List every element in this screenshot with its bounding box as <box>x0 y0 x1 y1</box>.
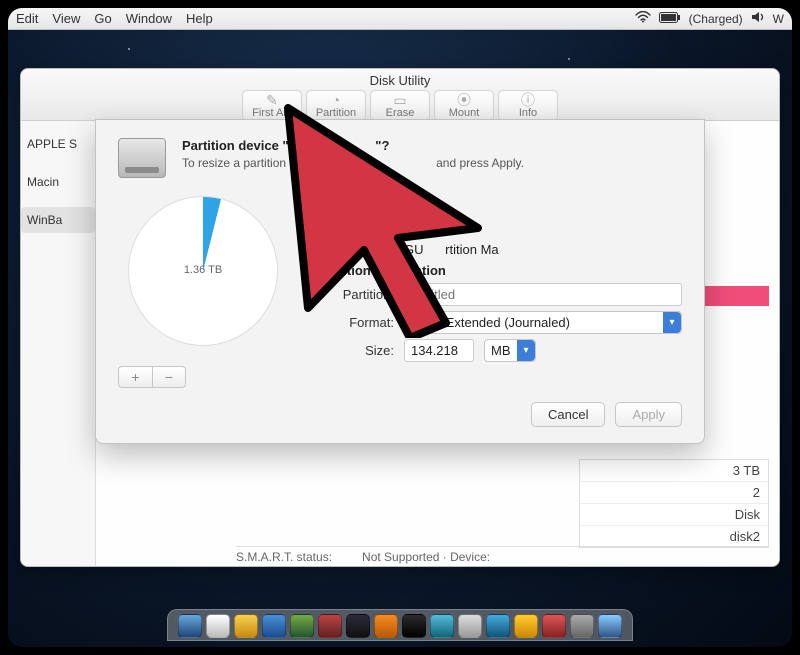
chevron-updown-icon: ▾ <box>517 340 535 361</box>
dock-app-icon[interactable] <box>206 614 230 638</box>
dock-app-icon[interactable] <box>290 614 314 638</box>
sidebar-item-winbackup[interactable]: WinBa <box>21 207 95 233</box>
partition-info-title: Partition Information <box>318 263 682 278</box>
dock-app-icon[interactable] <box>374 614 398 638</box>
partition-sheet: Partition device " "? To resize a partit… <box>95 119 705 444</box>
scheme-value: GU rtition Ma <box>404 242 499 257</box>
cancel-button[interactable]: Cancel <box>531 402 605 427</box>
dock[interactable] <box>167 609 633 641</box>
dock-app-icon[interactable] <box>402 614 426 638</box>
volume-icon[interactable] <box>751 11 765 26</box>
toolbar-partition[interactable]: ◔Partition <box>306 90 366 121</box>
sheet-subtitle: To resize a partition on the and press A… <box>182 156 524 170</box>
size-label: Size: <box>318 343 394 358</box>
battery-status: (Charged) <box>689 12 743 26</box>
dock-app-icon[interactable] <box>178 614 202 638</box>
device-info-title: Device <box>318 202 682 217</box>
chevron-updown-icon: ▾ <box>663 312 681 333</box>
sheet-title: Partition device " "? <box>182 138 524 153</box>
menu-go[interactable]: Go <box>94 11 111 26</box>
dock-app-icon[interactable] <box>262 614 286 638</box>
dock-app-icon[interactable] <box>486 614 510 638</box>
window-title: Disk Utility <box>370 73 431 88</box>
dock-app-icon[interactable] <box>598 614 622 638</box>
status-line: S.M.A.R.T. status: Not Supported · Devic… <box>236 546 769 564</box>
add-partition-button[interactable]: + <box>118 366 152 388</box>
partition-name-input[interactable] <box>404 283 682 306</box>
dock-app-icon[interactable] <box>318 614 342 638</box>
dock-app-icon[interactable] <box>514 614 538 638</box>
format-select[interactable]: OS X Extended (Journaled) ▾ <box>404 311 682 334</box>
dock-app-icon[interactable] <box>542 614 566 638</box>
menu-help[interactable]: Help <box>186 11 213 26</box>
menu-view[interactable]: View <box>52 11 80 26</box>
dock-app-icon[interactable] <box>430 614 454 638</box>
menu-edit[interactable]: Edit <box>16 11 38 26</box>
toolbar-first-aid[interactable]: ✎First Aid <box>242 90 302 121</box>
device-label: Device: <box>318 222 394 237</box>
macos-menubar: Edit View Go Window Help (Charged) W <box>8 8 792 30</box>
partition-label: Partition: <box>318 287 394 302</box>
menu-window[interactable]: Window <box>126 11 172 26</box>
dock-app-icon[interactable] <box>346 614 370 638</box>
scheme-label: Scheme: <box>318 242 394 257</box>
dock-app-icon[interactable] <box>458 614 482 638</box>
toolbar-mount[interactable]: ⦿Mount <box>434 90 494 121</box>
toolbar-info[interactable]: ⓘInfo <box>498 90 558 121</box>
format-label: Format: <box>318 315 394 330</box>
device-info-table: 3 TB 2 Disk disk2 <box>579 459 769 548</box>
apply-button[interactable]: Apply <box>615 402 682 427</box>
hdd-icon <box>118 138 166 178</box>
pie-label: 1.36 TB <box>118 264 288 276</box>
toolbar-erase[interactable]: ▭Erase <box>370 90 430 121</box>
sidebar-item-apple-ssd[interactable]: APPLE S <box>21 131 95 157</box>
size-input[interactable] <box>404 339 474 362</box>
battery-icon[interactable] <box>659 12 681 26</box>
remove-partition-button[interactable]: − <box>152 366 186 388</box>
window-titlebar: Disk Utility ✎First Aid ◔Partition ▭Eras… <box>21 69 779 121</box>
sidebar-item-macintosh[interactable]: Macin <box>21 169 95 195</box>
sidebar: APPLE S Macin WinBa <box>21 121 96 566</box>
wifi-icon[interactable] <box>635 11 651 26</box>
toolbar: ✎First Aid ◔Partition ▭Erase ⦿Mount ⓘInf… <box>242 90 558 121</box>
dock-app-icon[interactable] <box>234 614 258 638</box>
dock-app-icon[interactable] <box>570 614 594 638</box>
disk-utility-window: Disk Utility ✎First Aid ◔Partition ▭Eras… <box>20 68 780 567</box>
menu-right-tail: W <box>773 12 784 26</box>
size-unit-select[interactable]: MB ▾ <box>484 339 536 362</box>
